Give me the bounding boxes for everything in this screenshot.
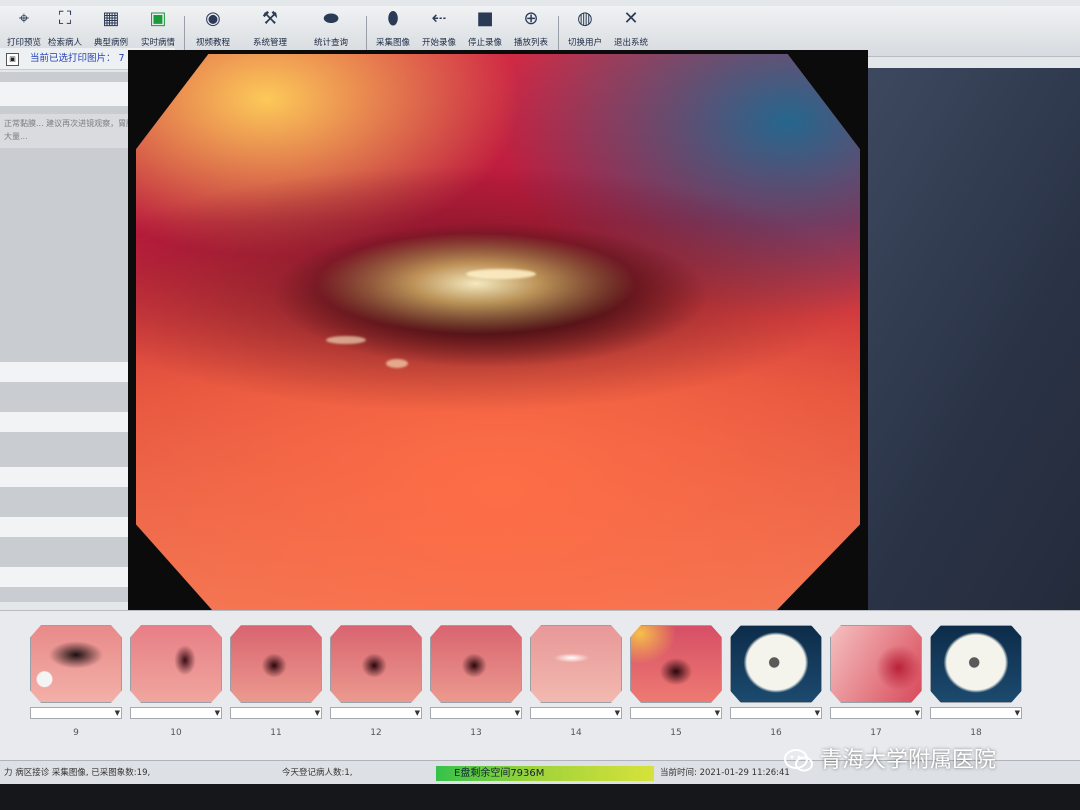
disk-space-indicator: E盘剩余空间7936M bbox=[436, 766, 654, 781]
thumbnail-number: 13 bbox=[470, 728, 482, 738]
statistics-button[interactable]: ⬬ 统计查询 bbox=[302, 8, 360, 54]
live-endoscope-view[interactable] bbox=[128, 50, 868, 618]
thumbnail-image[interactable] bbox=[730, 625, 822, 703]
system-manage-button[interactable]: ⚒ 系统管理 bbox=[242, 8, 298, 54]
thumbnail-image[interactable] bbox=[930, 625, 1022, 703]
thumbnail-number: 17 bbox=[870, 728, 882, 738]
stop-record-button[interactable]: ■ 停止录像 bbox=[462, 8, 508, 54]
toolbar-separator bbox=[366, 16, 367, 50]
chevron-down-icon: ▼ bbox=[514, 709, 520, 717]
playlist-button[interactable]: ⊕ 播放列表 bbox=[508, 8, 554, 54]
watermark-text: 青海大学附属医院 bbox=[820, 748, 997, 773]
light-reflection bbox=[466, 269, 536, 279]
thumbnail-image[interactable] bbox=[330, 625, 422, 703]
thumbnail-number: 11 bbox=[270, 728, 282, 738]
toolbar-separator bbox=[558, 16, 559, 50]
thumbnail-image[interactable] bbox=[30, 625, 122, 703]
thumbnail-number: 12 bbox=[370, 728, 382, 738]
thumbnail-item[interactable]: ▼ 17 bbox=[830, 625, 922, 738]
thumbnail-image[interactable] bbox=[830, 625, 922, 703]
thumbnail-image[interactable] bbox=[130, 625, 222, 703]
live-view-icon: ▣ bbox=[149, 8, 167, 29]
switch-user-icon: ◍ bbox=[577, 8, 593, 29]
search-patient-icon: ⛶ bbox=[58, 8, 72, 29]
start-record-icon: ⇠ bbox=[431, 8, 447, 29]
thumbnail-item[interactable]: ▼ 10 bbox=[130, 625, 222, 738]
chevron-down-icon: ▼ bbox=[714, 709, 720, 717]
thumbnail-number: 10 bbox=[170, 728, 182, 738]
thumbnail-number: 15 bbox=[670, 728, 682, 738]
thumbnail-image[interactable] bbox=[430, 625, 522, 703]
thumbnail-image[interactable] bbox=[630, 625, 722, 703]
light-reflection bbox=[386, 359, 408, 368]
chevron-down-icon: ▼ bbox=[1014, 709, 1020, 717]
typical-case-icon: ▦ bbox=[102, 8, 120, 29]
system-manage-icon: ⚒ bbox=[261, 8, 279, 29]
print-preview-icon: ⌖ bbox=[18, 8, 30, 29]
thumbnail-number: 9 bbox=[73, 728, 79, 738]
stop-record-icon: ■ bbox=[476, 8, 494, 29]
chevron-down-icon: ▼ bbox=[614, 709, 620, 717]
thumbnail-dropdown[interactable]: ▼ bbox=[930, 707, 1022, 719]
thumbnail-dropdown[interactable]: ▼ bbox=[430, 707, 522, 719]
captured-images-strip: ▼ 9 ▼ 10 ▼ 11 ▼ 12 ▼ 13 ▼ 14 ▼ 15 ▼ 16 ▼ 17 ▼ 18 bbox=[0, 610, 1080, 761]
wechat-logo-icon bbox=[784, 749, 813, 772]
select-checkbox[interactable]: ▣ bbox=[6, 53, 19, 66]
toolbar-separator bbox=[184, 16, 185, 50]
statistics-icon: ⬬ bbox=[323, 8, 339, 29]
exit-icon: ✕ bbox=[623, 8, 639, 29]
thumbnail-dropdown[interactable]: ▼ bbox=[630, 707, 722, 719]
thumbnail-image[interactable] bbox=[230, 625, 322, 703]
thumbnail-number: 18 bbox=[970, 728, 982, 738]
chevron-down-icon: ▼ bbox=[814, 709, 820, 717]
playlist-icon: ⊕ bbox=[523, 8, 539, 29]
chevron-down-icon: ▼ bbox=[914, 709, 920, 717]
capture-status-text: 力 病区接诊 采集图像, 已采图象数:19, bbox=[4, 768, 151, 778]
switch-user-button[interactable]: ◍ 切换用户 bbox=[562, 8, 608, 54]
registered-count-text: 今天登记病人数:1, bbox=[282, 768, 353, 778]
current-time-text: 当前时间: 2021-01-29 11:26:41 bbox=[660, 768, 790, 778]
thumbnail-item[interactable]: ▼ 13 bbox=[430, 625, 522, 738]
endoscopy-app-window: ⌖ 打印预览 ⛶ 检索病人 ▦ 典型病例 ▣ 实时病情 ◉ 视频教程 ⚒ 系统管… bbox=[0, 0, 1080, 810]
thumbnail-item[interactable]: ▼ 18 bbox=[930, 625, 1022, 738]
hospital-watermark: 青海大学附属医院 bbox=[784, 744, 996, 778]
chevron-down-icon: ▼ bbox=[214, 709, 220, 717]
chevron-down-icon: ▼ bbox=[414, 709, 420, 717]
thumbnail-item[interactable]: ▼ 11 bbox=[230, 625, 322, 738]
video-tutorial-button[interactable]: ◉ 视频教程 bbox=[188, 8, 238, 54]
thumbnail-dropdown[interactable]: ▼ bbox=[230, 707, 322, 719]
print-selection-text: 当前已选打印图片： 7 张 bbox=[30, 53, 138, 64]
disk-space-text: E盘剩余空间7936M bbox=[454, 768, 545, 779]
thumbnail-item[interactable]: ▼ 9 bbox=[30, 625, 122, 738]
thumbnail-number: 16 bbox=[770, 728, 782, 738]
thumbnail-dropdown[interactable]: ▼ bbox=[530, 707, 622, 719]
monitor-bottom-bezel bbox=[0, 784, 1080, 810]
thumbnail-dropdown[interactable]: ▼ bbox=[830, 707, 922, 719]
thumbnail-dropdown[interactable]: ▼ bbox=[330, 707, 422, 719]
chevron-down-icon: ▼ bbox=[314, 709, 320, 717]
right-preview-panel bbox=[860, 68, 1080, 613]
thumbnail-image[interactable] bbox=[530, 625, 622, 703]
thumbnail-item[interactable]: ▼ 16 bbox=[730, 625, 822, 738]
thumbnail-item[interactable]: ▼ 14 bbox=[530, 625, 622, 738]
thumbnail-number: 14 bbox=[570, 728, 582, 738]
thumbnail-dropdown[interactable]: ▼ bbox=[30, 707, 122, 719]
video-tutorial-icon: ◉ bbox=[205, 8, 221, 29]
thumbnail-item[interactable]: ▼ 15 bbox=[630, 625, 722, 738]
light-reflection bbox=[326, 336, 366, 344]
capture-image-icon: ⬮ bbox=[387, 8, 399, 29]
thumbnail-dropdown[interactable]: ▼ bbox=[130, 707, 222, 719]
endoscope-image bbox=[136, 54, 860, 614]
thumbnail-item[interactable]: ▼ 12 bbox=[330, 625, 422, 738]
exit-button[interactable]: ✕ 退出系统 bbox=[608, 8, 654, 54]
start-record-button[interactable]: ⇠ 开始录像 bbox=[416, 8, 462, 54]
chevron-down-icon: ▼ bbox=[114, 709, 120, 717]
capture-image-button[interactable]: ⬮ 采集图像 bbox=[370, 8, 416, 54]
thumbnail-dropdown[interactable]: ▼ bbox=[730, 707, 822, 719]
